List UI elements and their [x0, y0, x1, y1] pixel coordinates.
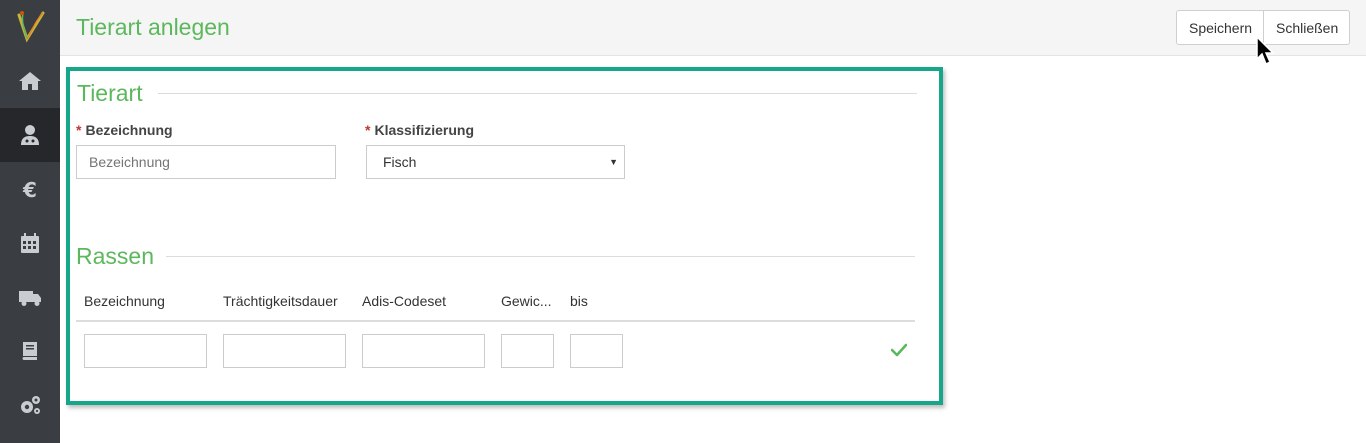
logo[interactable]	[0, 0, 60, 54]
home-icon	[19, 72, 41, 90]
user-doctor-icon	[21, 125, 39, 145]
sidebar-item-home[interactable]	[0, 54, 60, 108]
form-panel: Tierart *Bezeichnung *Klassifizierung Fi…	[66, 67, 943, 405]
klassifizierung-select[interactable]: Fisch ▼	[366, 145, 625, 179]
svg-text:€: €	[22, 178, 37, 201]
dropdown-arrow-icon: ▼	[609, 157, 618, 167]
section-title-rassen: Rassen	[76, 243, 154, 269]
column-header-gewicht: Gewic...	[501, 293, 552, 309]
sidebar-item-doctor[interactable]	[0, 108, 60, 162]
gears-icon	[21, 396, 40, 414]
section-title-tierart: Tierart	[77, 80, 143, 106]
sidebar-item-book[interactable]	[0, 324, 60, 378]
rasse-adis-codeset-input[interactable]	[362, 334, 485, 368]
section-divider	[158, 93, 917, 94]
table-header-divider	[76, 320, 915, 322]
rasse-bis-input[interactable]	[570, 334, 623, 368]
klassifizierung-label-text: Klassifizierung	[374, 122, 475, 138]
save-button[interactable]: Speichern	[1176, 10, 1264, 45]
required-mark: *	[365, 122, 371, 138]
mouse-cursor-icon	[1256, 36, 1275, 66]
sidebar: €	[0, 0, 60, 443]
page-title: Tierart anlegen	[76, 14, 230, 40]
sidebar-item-calendar[interactable]	[0, 216, 60, 270]
klassifizierung-selected-value: Fisch	[383, 154, 417, 170]
sidebar-item-settings[interactable]	[0, 378, 60, 432]
bezeichnung-label: * Bezeichnung	[76, 122, 173, 138]
rasse-bezeichnung-input[interactable]	[84, 334, 207, 368]
required-mark: *	[76, 122, 82, 138]
bezeichnung-input[interactable]	[76, 145, 336, 179]
bezeichnung-label-text: Bezeichnung	[85, 122, 173, 138]
column-header-traechtigkeitsdauer: Trächtigkeitsdauer	[223, 293, 338, 309]
euro-icon: €	[22, 178, 37, 201]
header-bar: Tierart anlegen Speichern Schließen	[60, 0, 1366, 56]
calendar-icon	[21, 233, 39, 253]
column-header-bis: bis	[570, 293, 588, 309]
rasse-traechtigkeitsdauer-input[interactable]	[223, 334, 346, 368]
truck-icon	[19, 291, 41, 306]
app-logo-icon	[17, 11, 45, 43]
column-header-bezeichnung: Bezeichnung	[84, 293, 165, 309]
sidebar-item-truck[interactable]	[0, 270, 60, 324]
rasse-gewicht-input[interactable]	[501, 334, 554, 368]
sidebar-item-euro[interactable]: €	[0, 162, 60, 216]
section-divider	[166, 256, 915, 257]
book-icon	[22, 342, 37, 360]
column-header-adis-codeset: Adis-Codeset	[362, 293, 447, 309]
check-icon[interactable]	[891, 343, 907, 357]
klassifizierung-label: * Klassifizierung	[365, 122, 474, 138]
